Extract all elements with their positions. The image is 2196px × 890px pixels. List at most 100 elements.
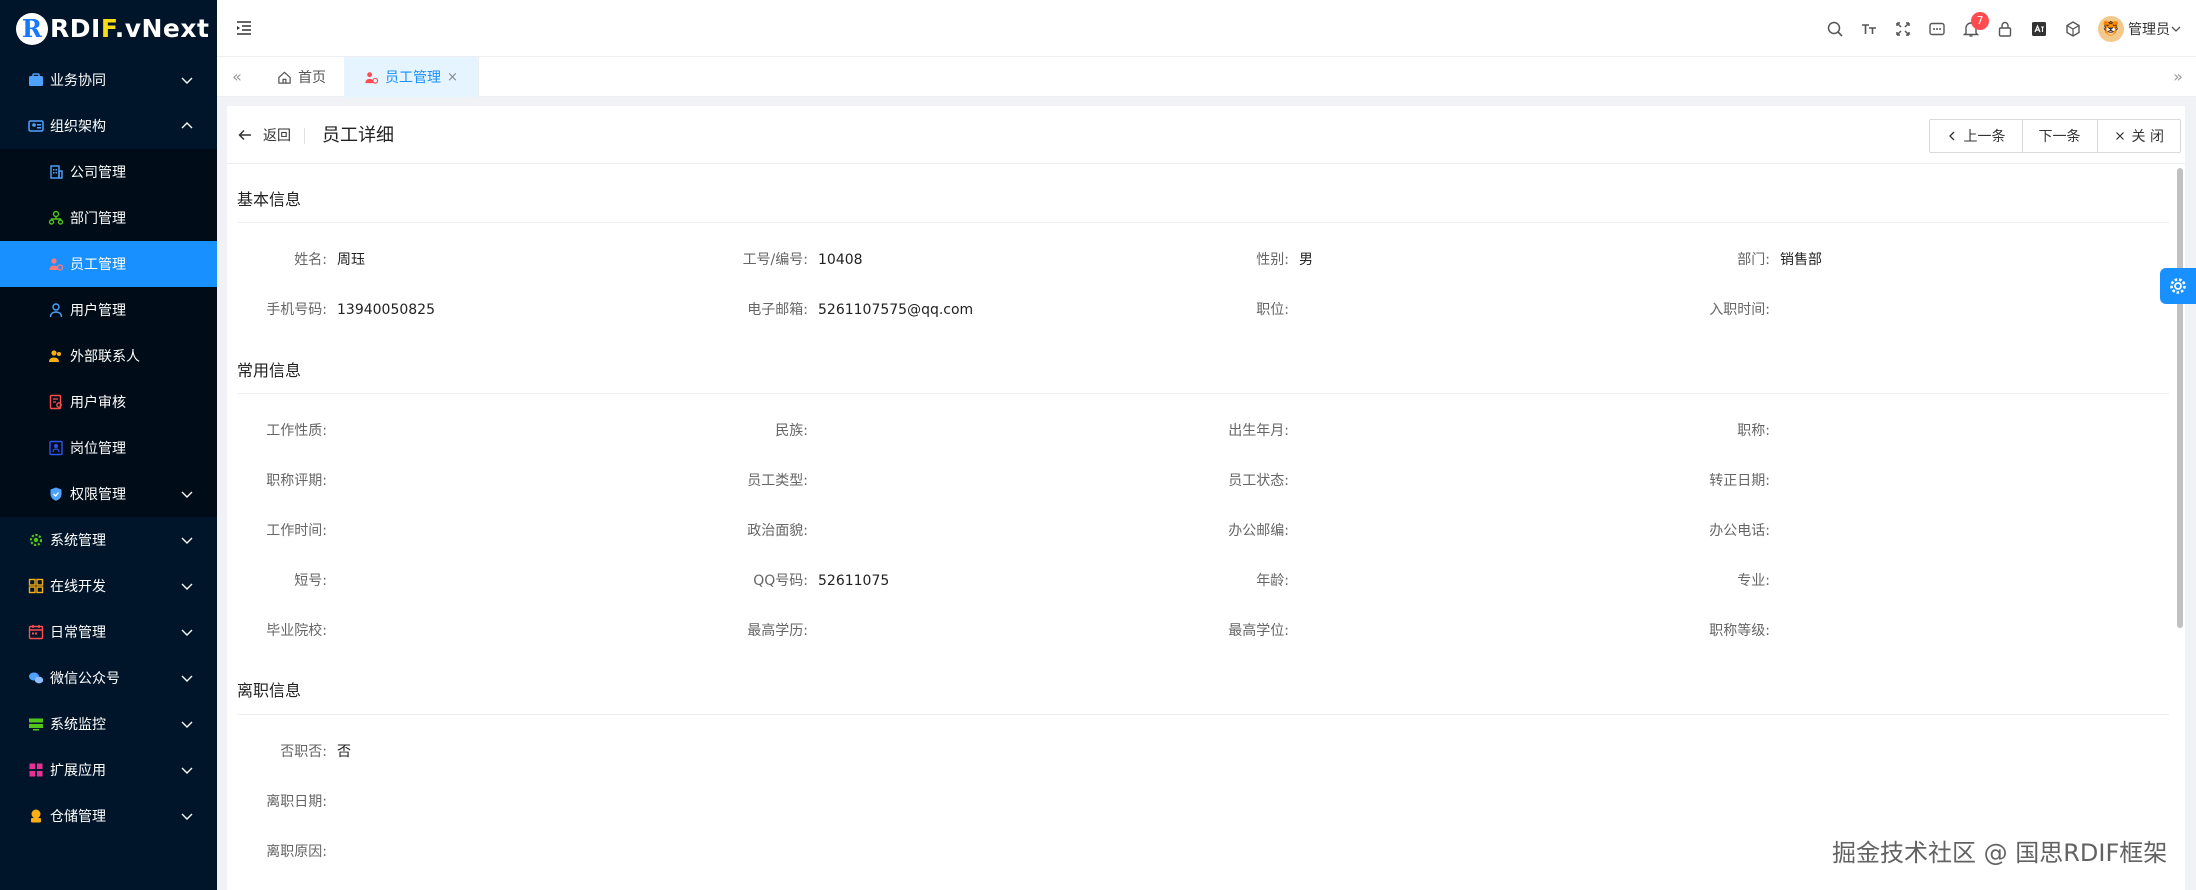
detail-panel: 返回 员工详细 上一条 下一条 关 闭 基本信息 姓名: 周珏 工号/编号: 104… <box>227 106 2185 890</box>
user-menu[interactable]: 🐯 管理员 <box>2098 15 2182 42</box>
prev-record-button[interactable]: 上一条 <box>1930 120 2023 152</box>
section-divider <box>237 393 2169 394</box>
avatar: 🐯 <box>2098 15 2124 42</box>
cube-icon[interactable] <box>2056 12 2090 46</box>
audit-icon <box>46 392 66 412</box>
apps-icon <box>26 760 46 780</box>
arrow-left-icon <box>238 129 251 141</box>
sidebar-item-warehouse[interactable]: 仓储管理 <box>0 793 217 839</box>
field-education: 最高学历: <box>747 623 808 639</box>
chevron-down-icon <box>181 721 193 728</box>
field-employee-type: 员工类型: <box>747 473 808 489</box>
field-qq: QQ号码: 52611075 <box>753 573 890 589</box>
section-divider <box>237 222 2169 223</box>
tab-bar: « 首页 员工管理 × » <box>217 57 2196 97</box>
translate-icon[interactable] <box>2022 12 2056 46</box>
search-icon[interactable] <box>1818 12 1852 46</box>
sidebar-item-system[interactable]: 系统管理 <box>0 517 217 563</box>
sidebar-item-label: 扩展应用 <box>50 763 106 779</box>
field-age: 年龄: <box>1256 573 1289 589</box>
chevron-down-icon <box>181 583 193 590</box>
lock-icon[interactable] <box>1988 12 2022 46</box>
section-title-leave: 离职信息 <box>237 681 302 700</box>
next-label: 下一条 <box>2038 129 2081 145</box>
sidebar-item-wechat[interactable]: 微信公众号 <box>0 655 217 701</box>
sidebar-item-online-dev[interactable]: 在线开发 <box>0 563 217 609</box>
field-hire-date: 入职时间: <box>1709 302 1770 318</box>
section-title-common: 常用信息 <box>237 361 302 380</box>
back-button[interactable]: 返回 <box>237 125 291 145</box>
menu-fold-icon[interactable] <box>233 17 255 39</box>
sidebar-item-label: 公司管理 <box>70 165 126 181</box>
sidebar-item-daily[interactable]: 日常管理 <box>0 609 217 655</box>
field-gender: 性别: 男 <box>1256 252 1313 268</box>
chevron-down-icon <box>181 537 193 544</box>
sidebar-item-label: 部门管理 <box>70 211 126 227</box>
field-degree: 最高学位: <box>1228 623 1289 639</box>
sidebar-item-label: 用户审核 <box>70 395 126 411</box>
tab-scroll-right-icon[interactable]: » <box>2168 67 2188 87</box>
sidebar-item-label: 组织架构 <box>50 119 106 135</box>
message-icon[interactable] <box>1920 12 1954 46</box>
gear-icon <box>2170 278 2186 294</box>
font-size-icon[interactable] <box>1852 12 1886 46</box>
user-name: 管理员 <box>2128 21 2170 38</box>
warehouse-icon <box>26 806 46 826</box>
close-button[interactable]: 关 闭 <box>2098 120 2180 152</box>
sidebar-item-label: 外部联系人 <box>70 349 140 365</box>
tab-label: 首页 <box>298 70 326 86</box>
field-email: 电子邮箱: 5261107575@qq.com <box>747 302 974 318</box>
field-employee-status: 员工状态: <box>1228 473 1289 489</box>
sidebar-item-label: 仓储管理 <box>50 809 106 825</box>
sidebar-item-monitor[interactable]: 系统监控 <box>0 701 217 747</box>
sidebar-item-label: 权限管理 <box>70 487 126 503</box>
sidebar-item-business[interactable]: 业务协同 <box>0 57 217 103</box>
page-header: 返回 员工详细 上一条 下一条 关 闭 <box>227 106 2185 164</box>
employee-icon <box>46 254 66 274</box>
close-icon <box>2114 130 2126 142</box>
sidebar-item-org[interactable]: 组织架构 <box>0 103 217 149</box>
monitor-icon <box>26 714 46 734</box>
calendar-icon <box>26 622 46 642</box>
sidebar-item-employee[interactable]: 员工管理 <box>0 241 217 287</box>
app-logo[interactable]: R RDIF.vNext <box>0 0 217 57</box>
field-position: 职位: <box>1256 302 1289 318</box>
org-chart-icon <box>26 116 46 136</box>
sidebar-item-company[interactable]: 公司管理 <box>0 149 217 195</box>
employee-icon <box>364 70 379 85</box>
next-record-button[interactable]: 下一条 <box>2023 120 2098 152</box>
tab-employee[interactable]: 员工管理 × <box>344 57 479 97</box>
building-icon <box>46 162 66 182</box>
chevron-down-icon <box>181 491 193 498</box>
fullscreen-icon[interactable] <box>1886 12 1920 46</box>
sidebar-item-contact[interactable]: 外部联系人 <box>0 333 217 379</box>
sidebar-item-audit[interactable]: 用户审核 <box>0 379 217 425</box>
section-title-basic: 基本信息 <box>237 190 302 209</box>
logo-text: RDIF.vNext <box>50 14 210 43</box>
field-resigned: 否职否: 否 <box>280 744 351 760</box>
close-icon[interactable]: × <box>447 70 458 85</box>
sidebar-item-user[interactable]: 用户管理 <box>0 287 217 333</box>
field-office-phone: 办公电话: <box>1709 523 1770 539</box>
back-label: 返回 <box>263 128 291 144</box>
sidebar-item-label: 系统管理 <box>50 533 106 549</box>
chevron-down-icon <box>181 767 193 774</box>
settings-float-button[interactable] <box>2160 268 2196 304</box>
sidebar-item-label: 员工管理 <box>70 257 126 273</box>
scrollbar[interactable] <box>2177 168 2183 628</box>
tab-home[interactable]: 首页 <box>257 57 347 97</box>
field-major: 专业: <box>1737 573 1770 589</box>
sidebar-item-permission[interactable]: 权限管理 <box>0 471 217 517</box>
sidebar-item-extension[interactable]: 扩展应用 <box>0 747 217 793</box>
tab-scroll-left-icon[interactable]: « <box>227 67 247 87</box>
position-icon <box>46 438 66 458</box>
sidebar-item-label: 在线开发 <box>50 579 106 595</box>
sidebar-item-label: 系统监控 <box>50 717 106 733</box>
chevron-down-icon <box>181 813 193 820</box>
notification-bell[interactable]: 7 <box>1954 11 1989 46</box>
sidebar-item-department[interactable]: 部门管理 <box>0 195 217 241</box>
sidebar-item-position[interactable]: 岗位管理 <box>0 425 217 471</box>
grid-icon <box>26 576 46 596</box>
chevron-down-icon <box>2171 26 2181 32</box>
chevron-down-icon <box>181 629 193 636</box>
